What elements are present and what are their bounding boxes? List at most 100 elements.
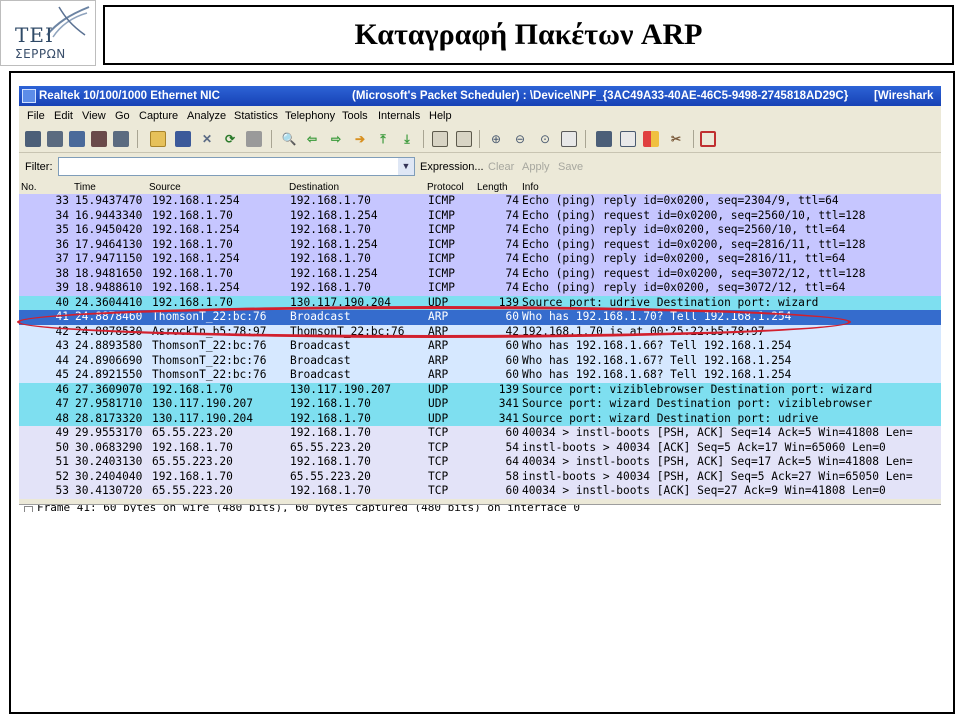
last-icon[interactable]: ⤓ [399, 131, 415, 147]
packet-row[interactable]: 50 30.0683290 192.168.1.70 65.55.223.20 TCP 5… [19, 440, 941, 455]
menu-view[interactable]: View [82, 106, 106, 126]
column-destination[interactable]: Destination [289, 182, 339, 194]
close-icon[interactable]: ✕ [199, 131, 215, 147]
packet-info: Echo (ping) reply id=0x0200, seq=3072/12… [522, 281, 846, 294]
column-length[interactable]: Length [477, 182, 508, 194]
interfaces-icon[interactable] [25, 131, 41, 147]
help-icon[interactable] [700, 131, 716, 147]
packet-row[interactable]: 35 16.9450420 192.168.1.254 192.168.1.70 ICM… [19, 223, 941, 238]
packet-dst: 192.168.1.254 [290, 208, 378, 222]
restart-icon[interactable] [113, 131, 129, 147]
resize-columns-icon[interactable] [561, 131, 577, 147]
save-icon[interactable] [175, 131, 191, 147]
packet-src: 192.168.1.254 [152, 194, 240, 207]
packet-row[interactable]: 37 17.9471150 192.168.1.254 192.168.1.70 ICM… [19, 252, 941, 267]
packet-proto: TCP [428, 484, 449, 497]
menu-help[interactable]: Help [429, 106, 452, 126]
packet-proto: ARP [428, 339, 449, 352]
packet-row[interactable]: 44 24.8906690 ThomsonT_22:bc:76 Broadcast AR… [19, 353, 941, 368]
preferences-icon[interactable]: ✂ [668, 131, 684, 147]
packet-src: 130.117.190.204 [152, 411, 254, 425]
packet-row[interactable]: 47 27.9581710 130.117.190.207 192.168.1.70 U… [19, 397, 941, 412]
packet-len: 42 [505, 324, 519, 338]
find-icon[interactable]: 🔍 [281, 131, 297, 147]
filter-dropdown-icon[interactable]: ▼ [398, 158, 414, 175]
packet-row[interactable]: 49 29.9553170 65.55.223.20 192.168.1.70 TCP 6… [19, 426, 941, 441]
packet-row[interactable]: 52 30.2404040 192.168.1.70 65.55.223.20 TCP 5… [19, 469, 941, 484]
packet-row[interactable]: 46 27.3609070 192.168.1.70 130.117.190.207 U… [19, 382, 941, 397]
clear-button[interactable]: Clear [488, 161, 514, 173]
packet-info: Source port: wizard Destination port: vi… [522, 397, 873, 410]
menu-telephony[interactable]: Telephony [285, 106, 335, 126]
packet-row[interactable]: 43 24.8893580 ThomsonT_22:bc:76 Broadcast AR… [19, 339, 941, 354]
packet-row[interactable]: 33 15.9437470 192.168.1.254 192.168.1.70 ICM… [19, 194, 941, 209]
packet-row[interactable]: 51 30.2403130 65.55.223.20 192.168.1.70 TCP 6… [19, 455, 941, 470]
column-time[interactable]: Time [74, 182, 96, 194]
packet-src: 192.168.1.70 [152, 208, 233, 222]
menu-capture[interactable]: Capture [139, 106, 178, 126]
packet-no: 35 [55, 223, 69, 236]
packet-row[interactable]: 53 30.4130720 65.55.223.20 192.168.1.70 TCP 6… [19, 484, 941, 499]
autoscroll-icon[interactable] [456, 131, 472, 147]
print-icon[interactable] [246, 131, 262, 147]
packet-time: 30.2403130 [75, 455, 143, 468]
apply-button[interactable]: Apply [522, 161, 550, 173]
display-filters-icon[interactable] [620, 131, 636, 147]
packet-row[interactable]: 39 18.9488610 192.168.1.254 192.168.1.70 ICM… [19, 281, 941, 296]
menu-bar: File Edit View Go Capture Analyze Statis… [19, 106, 941, 126]
window-titlebar[interactable]: Realtek 10/100/1000 Ethernet NIC (Micros… [19, 86, 941, 106]
options-icon[interactable] [47, 131, 63, 147]
packet-len: 74 [505, 252, 519, 265]
zoom-in-icon[interactable]: ⊕ [488, 131, 504, 147]
column-info[interactable]: Info [522, 182, 539, 194]
menu-tools[interactable]: Tools [342, 106, 368, 126]
packet-info: Echo (ping) request id=0x0200, seq=2816/… [522, 237, 866, 251]
menu-analyze[interactable]: Analyze [187, 106, 226, 126]
forward-icon[interactable]: ⇨ [328, 131, 344, 147]
packet-dst: 65.55.223.20 [290, 469, 371, 483]
packet-row[interactable]: 38 18.9481650 192.168.1.70 192.168.1.254 ICM… [19, 266, 941, 281]
packet-row[interactable]: 34 16.9443340 192.168.1.70 192.168.1.254 ICM… [19, 208, 941, 223]
capture-filters-icon[interactable] [596, 131, 612, 147]
expression-button[interactable]: Expression... [420, 161, 484, 173]
packet-time: 24.8878530 [75, 324, 143, 338]
menu-statistics[interactable]: Statistics [234, 106, 278, 126]
colorize-icon[interactable] [432, 131, 448, 147]
goto-icon[interactable]: ➔ [352, 131, 368, 147]
coloring-rules-icon[interactable] [643, 131, 659, 147]
start-icon[interactable] [69, 131, 85, 147]
filter-input[interactable] [58, 157, 415, 176]
expand-icon[interactable] [24, 506, 33, 512]
packet-row[interactable]: 42 24.8878530 AsrockIn_b5:78:97 ThomsonT_22… [19, 324, 941, 339]
column-no[interactable]: No. [21, 182, 37, 194]
save-filter-button[interactable]: Save [558, 161, 583, 173]
packet-no: 46 [55, 382, 69, 396]
packet-time: 30.0683290 [75, 440, 143, 454]
packet-row[interactable]: 40 24.3604410 192.168.1.70 130.117.190.204 U… [19, 295, 941, 310]
packet-proto: ICMP [428, 208, 455, 222]
packet-row[interactable]: 36 17.9464130 192.168.1.70 192.168.1.254 ICM… [19, 237, 941, 252]
logo-line1: ΤΕΙ [15, 23, 54, 47]
reload-icon[interactable]: ⟳ [222, 131, 238, 147]
back-icon[interactable]: ⇦ [304, 131, 320, 147]
menu-edit[interactable]: Edit [54, 106, 73, 126]
frame-detail[interactable]: Frame 41: 60 bytes on wire (480 bits), 6… [37, 505, 580, 512]
packet-row[interactable]: 45 24.8921550 ThomsonT_22:bc:76 Broadcast AR… [19, 368, 941, 383]
packet-row-selected[interactable]: 41 24.8878460 ThomsonT_22:bc:76 Broadcast AR… [19, 310, 941, 325]
open-icon[interactable] [150, 131, 166, 147]
packet-time: 28.8173320 [75, 411, 143, 425]
menu-go[interactable]: Go [115, 106, 130, 126]
first-icon[interactable]: ⤒ [375, 131, 391, 147]
packet-row[interactable]: 48 28.8173320 130.117.190.204 192.168.1.70 U… [19, 411, 941, 426]
column-protocol[interactable]: Protocol [427, 182, 464, 194]
zoom-out-icon[interactable]: ⊖ [512, 131, 528, 147]
packet-len: 139 [498, 382, 519, 396]
column-source[interactable]: Source [149, 182, 181, 194]
packet-no: 40 [55, 295, 69, 309]
normal-size-icon[interactable]: ⊙ [537, 131, 553, 147]
packet-src: 192.168.1.70 [152, 266, 233, 280]
menu-internals[interactable]: Internals [378, 106, 420, 126]
menu-file[interactable]: File [27, 106, 45, 126]
packet-proto: ICMP [428, 266, 455, 280]
stop-icon[interactable] [91, 131, 107, 147]
